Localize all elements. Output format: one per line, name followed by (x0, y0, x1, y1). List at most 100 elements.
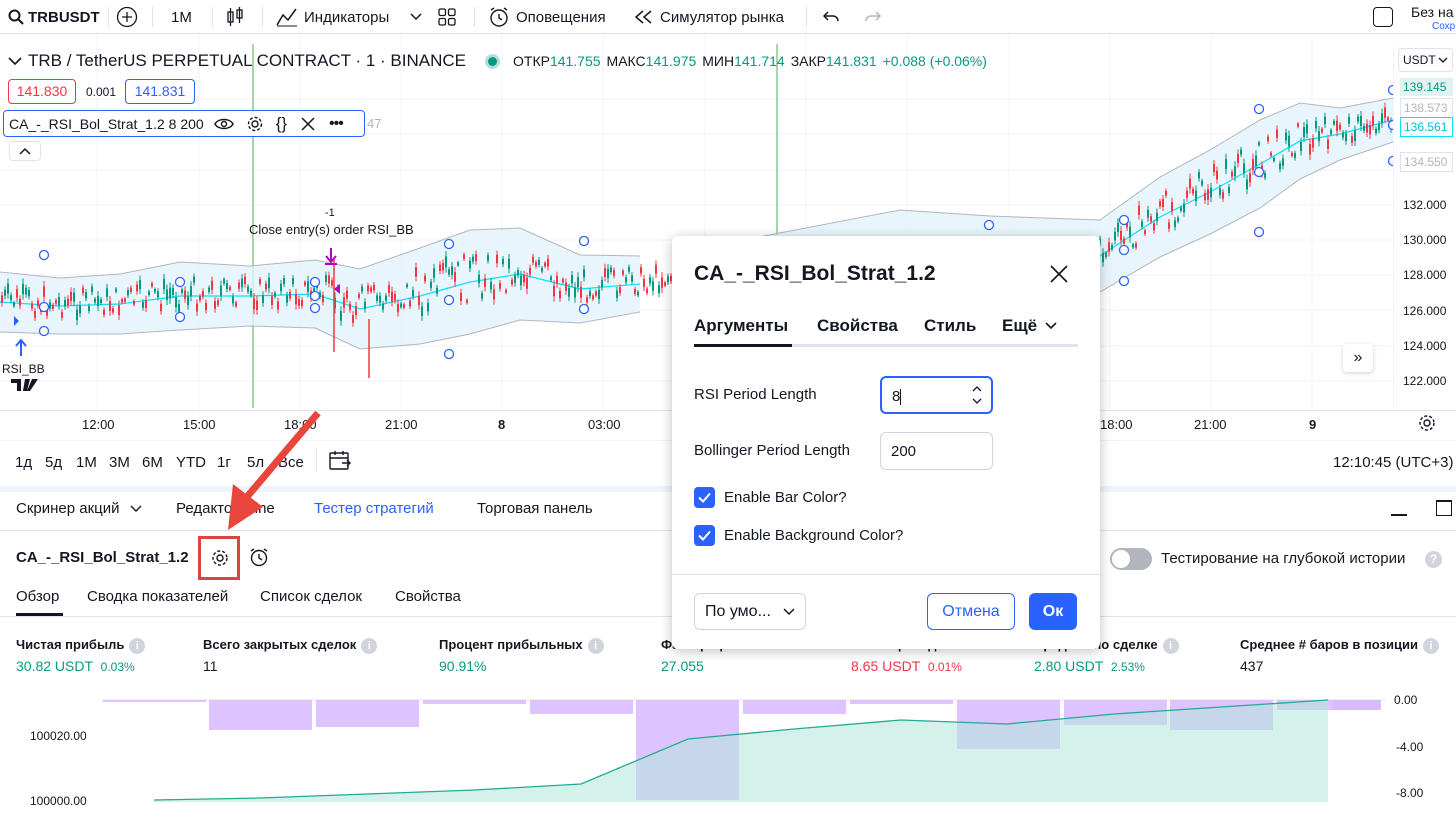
kpi-value: 8.65 USDT 0.01% (851, 658, 962, 674)
alerts-button[interactable]: Оповещения (488, 0, 606, 34)
kpi-value: 11 (203, 658, 218, 674)
bar-color-checkbox[interactable] (694, 487, 715, 508)
open-label: ОТКР (513, 53, 550, 69)
undo-button[interactable] (822, 0, 840, 34)
undo-icon (822, 11, 839, 22)
subtab-performance-summary[interactable]: Сводка показателей (87, 588, 228, 605)
period-1y[interactable]: 1г (217, 454, 231, 471)
info-icon[interactable]: i (1422, 637, 1439, 654)
ok-button[interactable]: Ок (1029, 593, 1077, 630)
indicators-button[interactable]: Индикаторы (276, 0, 389, 34)
dialog-tab-style[interactable]: Стиль (924, 316, 976, 336)
background-color-label: Enable Background Color? (724, 527, 904, 544)
tab-stock-screener[interactable]: Скринер акций (16, 500, 142, 517)
gear-icon (1419, 415, 1435, 431)
dialog-tab-properties[interactable]: Свойства (817, 316, 898, 336)
price-label-basis: 136.561 (1400, 117, 1453, 137)
cancel-button[interactable]: Отмена (927, 593, 1015, 630)
close-icon[interactable] (301, 116, 315, 131)
sell-button[interactable]: 141.830 (8, 79, 76, 104)
tab-trading-panel[interactable]: Торговая панель (477, 500, 593, 517)
tab-pine-editor[interactable]: Редактор Pine (176, 500, 275, 517)
alarm-clock-icon (490, 7, 508, 27)
price-label-lower: 134.550 (1400, 152, 1453, 172)
chart-type-button[interactable] (226, 0, 244, 34)
stepper-icon[interactable] (971, 383, 983, 407)
settings-button[interactable] (1417, 413, 1437, 433)
info-icon[interactable]: i (129, 637, 146, 654)
alarm-clock-icon (250, 548, 268, 567)
grid-icon (438, 8, 456, 26)
close-label: ЗАКР (790, 53, 827, 69)
subtab-trades-list[interactable]: Список сделок (260, 588, 362, 605)
scroll-to-realtime-button[interactable]: » (1343, 344, 1373, 372)
period-all[interactable]: Все (278, 454, 304, 471)
maximize-panel-button[interactable] (1436, 500, 1452, 516)
kpi-value: 2.80 USDT 2.53% (1034, 658, 1145, 674)
rsi-period-input[interactable]: 8 (880, 376, 993, 414)
change-value: +0.088 (+0.06%) (882, 53, 987, 69)
info-icon[interactable]: i (1162, 637, 1179, 654)
time-tick: 21:00 (1194, 417, 1227, 432)
dialog-tab-more[interactable]: Ещё (1002, 316, 1057, 336)
layout-name[interactable]: Без на (1411, 4, 1454, 20)
time-tick: 12:00 (82, 417, 115, 432)
period-1m[interactable]: 1М (76, 454, 97, 471)
replay-label: Симулятор рынка (660, 8, 784, 26)
tab-strategy-tester[interactable]: Тестер стратегий (314, 500, 434, 517)
info-icon[interactable]: i (587, 637, 604, 654)
currency-label: USDT (1403, 53, 1436, 67)
defaults-dropdown[interactable]: По умо... (694, 593, 806, 630)
goto-date-button[interactable] (328, 450, 352, 472)
minimize-panel-button[interactable] (1391, 514, 1407, 516)
market-status-dot (488, 56, 497, 66)
period-1d[interactable]: 1д (15, 454, 32, 471)
layouts-button[interactable] (438, 0, 456, 34)
currency-select[interactable]: USDT (1398, 48, 1453, 72)
time-tick: 9 (1309, 417, 1317, 432)
collapse-legend-button[interactable] (9, 141, 41, 161)
source-code-icon[interactable]: {} (276, 114, 287, 134)
search-icon (8, 9, 24, 25)
dialog-close-button[interactable] (1049, 264, 1069, 284)
symbol-search[interactable]: TRBUSDT (8, 0, 100, 34)
clock[interactable]: 12:10:45 (UTC+3) (1333, 454, 1453, 471)
gear-icon[interactable] (246, 115, 264, 133)
period-5y[interactable]: 5л (247, 454, 264, 471)
kpi-label: Среднее # баров в позиции i (1240, 637, 1439, 654)
symbol-title[interactable]: TRB / TetherUS PERPETUAL CONTRACT · 1 · … (28, 51, 466, 71)
equity-chart[interactable] (0, 690, 1456, 817)
chevron-down-icon[interactable] (8, 56, 22, 66)
layout-checkbox[interactable] (1373, 0, 1393, 34)
period-ytd[interactable]: YTD (176, 454, 206, 471)
period-3m[interactable]: 3М (109, 454, 130, 471)
help-icon[interactable]: ? (1425, 551, 1442, 568)
strategy-name[interactable]: CA_-_RSI_Bol_Strat_1.2 (16, 549, 189, 566)
dialog-footer-rule (672, 574, 1100, 575)
spread-value: 0.001 (86, 85, 117, 99)
chevron-up-icon (19, 147, 31, 155)
deep-backtest-toggle[interactable] (1110, 548, 1152, 570)
interval-button[interactable]: 1M (171, 0, 192, 34)
replay-button[interactable]: Симулятор рынка (634, 0, 784, 34)
indicators-dropdown[interactable] (410, 0, 422, 34)
more-icon[interactable]: ••• (329, 115, 344, 133)
add-alert-button[interactable] (248, 546, 270, 568)
indicators-label: Индикаторы (304, 8, 390, 26)
background-color-checkbox[interactable] (694, 525, 715, 546)
compare-button[interactable] (116, 0, 138, 34)
period-6m[interactable]: 6М (142, 454, 163, 471)
eye-icon[interactable] (213, 117, 234, 131)
info-icon[interactable]: i (361, 637, 378, 654)
redo-button[interactable] (864, 0, 882, 34)
price-tick: 122.000 (1403, 374, 1447, 388)
close-icon (1050, 265, 1068, 283)
subtab-properties[interactable]: Свойства (395, 588, 461, 605)
indicator-legend[interactable]: CA_-_RSI_Bol_Strat_1.2 8 200 {} ••• (3, 110, 365, 137)
save-link[interactable]: Сохр (1432, 21, 1455, 32)
period-5d[interactable]: 5д (45, 454, 62, 471)
subtab-overview[interactable]: Обзор (16, 588, 59, 605)
bollinger-period-input[interactable]: 200 (880, 432, 993, 470)
dialog-tab-arguments[interactable]: Аргументы (694, 316, 788, 336)
buy-button[interactable]: 141.831 (125, 79, 195, 104)
